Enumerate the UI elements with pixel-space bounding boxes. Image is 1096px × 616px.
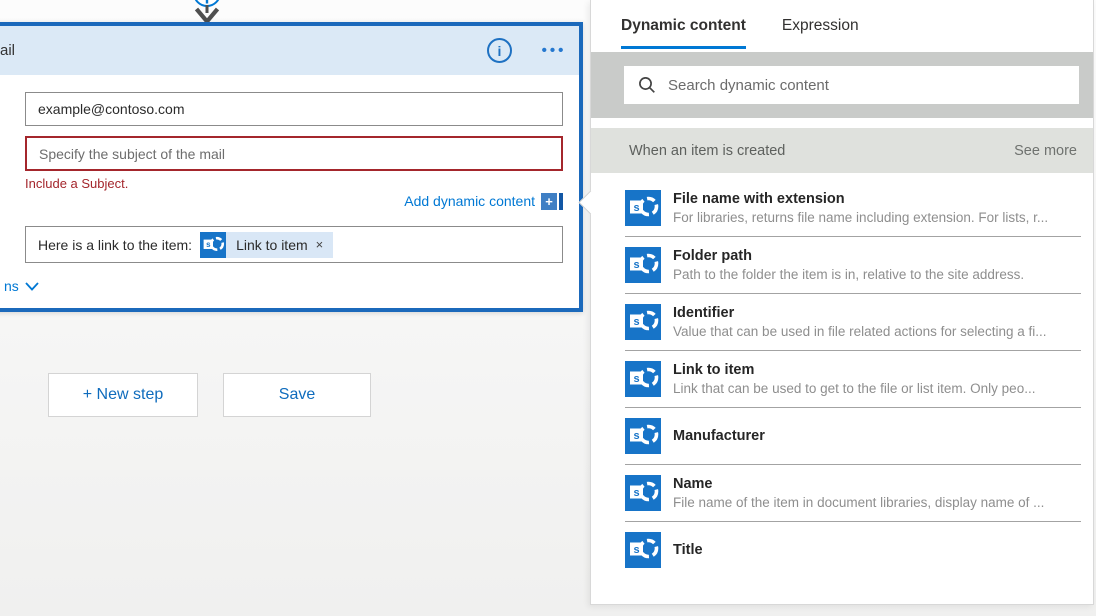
link-to-item-token[interactable]: Link to item × — [200, 232, 333, 258]
item-description: File name of the item in document librar… — [673, 495, 1044, 510]
item-title: Link to item — [673, 362, 1035, 378]
sharepoint-icon — [625, 418, 661, 454]
dynamic-content-list: File name with extension For libraries, … — [591, 173, 1093, 578]
item-description: Value that can be used in file related a… — [673, 324, 1046, 339]
search-icon — [638, 76, 656, 94]
list-item-file-name-with-extension[interactable]: File name with extension For libraries, … — [625, 180, 1081, 236]
subject-error-message: Include a Subject. — [25, 176, 128, 191]
list-item-name[interactable]: Name File name of the item in document l… — [625, 464, 1081, 521]
card-title: ail — [0, 42, 15, 59]
sharepoint-icon — [625, 304, 661, 340]
item-title: Identifier — [673, 305, 1046, 321]
tab-label: Dynamic content — [621, 17, 746, 35]
item-title: File name with extension — [673, 191, 1048, 207]
list-item-title[interactable]: Title — [625, 521, 1081, 578]
add-dynamic-content-icon[interactable]: + — [541, 193, 563, 210]
flyout-bar-icon — [559, 193, 563, 210]
list-item-identifier[interactable]: Identifier Value that can be used in fil… — [625, 293, 1081, 350]
item-title: Name — [673, 476, 1044, 492]
sharepoint-icon — [625, 475, 661, 511]
new-step-button[interactable]: + New step — [48, 373, 198, 417]
send-email-card[interactable]: ail i ••• Include a Subject. Add dynamic… — [0, 22, 583, 312]
item-description: Link that can be used to get to the file… — [673, 381, 1035, 396]
plus-icon: + — [541, 193, 557, 210]
search-strip — [591, 52, 1093, 118]
sharepoint-icon — [200, 232, 226, 258]
see-more-link[interactable]: See more — [1014, 143, 1077, 159]
list-item-folder-path[interactable]: Folder path Path to the folder the item … — [625, 236, 1081, 293]
section-header: When an item is created See more — [591, 128, 1093, 173]
advanced-options-toggle[interactable]: ns — [4, 278, 39, 294]
sharepoint-icon — [625, 361, 661, 397]
item-title: Title — [673, 542, 703, 558]
ellipsis-menu-icon[interactable]: ••• — [536, 36, 572, 64]
tab-expression[interactable]: Expression — [782, 0, 859, 52]
body-text: Here is a link to the item: — [38, 237, 192, 253]
panel-tabs: Dynamic content Expression — [591, 0, 1093, 52]
dynamic-content-panel: Dynamic content Expression When an item … — [590, 0, 1094, 605]
add-dynamic-content-button[interactable]: Add dynamic content + — [25, 191, 563, 211]
item-title: Folder path — [673, 248, 1024, 264]
item-description: For libraries, returns file name includi… — [673, 210, 1048, 225]
item-title: Manufacturer — [673, 428, 765, 444]
token-label: Link to item — [236, 237, 308, 253]
tab-dynamic-content[interactable]: Dynamic content — [621, 0, 746, 52]
remove-token-icon[interactable]: × — [316, 237, 324, 252]
list-item-link-to-item[interactable]: Link to item Link that can be used to ge… — [625, 350, 1081, 407]
list-item-manufacturer[interactable]: Manufacturer — [625, 407, 1081, 464]
add-dynamic-content-label[interactable]: Add dynamic content — [404, 193, 535, 209]
item-description: Path to the folder the item is in, relat… — [673, 267, 1024, 282]
to-field[interactable] — [25, 92, 563, 126]
sharepoint-icon — [625, 190, 661, 226]
chevron-down-icon — [25, 282, 39, 291]
search-box[interactable] — [624, 66, 1079, 104]
info-icon[interactable]: i — [487, 38, 512, 63]
advanced-options-label[interactable]: ns — [4, 278, 19, 294]
section-title: When an item is created — [629, 143, 1014, 159]
sharepoint-icon — [625, 532, 661, 568]
body-field[interactable]: Here is a link to the item: Link to item… — [25, 226, 563, 263]
subject-field[interactable] — [25, 136, 563, 171]
sharepoint-icon — [625, 247, 661, 283]
tab-label: Expression — [782, 17, 859, 35]
search-input[interactable] — [668, 77, 1079, 94]
card-header[interactable]: ail i ••• — [0, 26, 579, 75]
save-button[interactable]: Save — [223, 373, 371, 417]
